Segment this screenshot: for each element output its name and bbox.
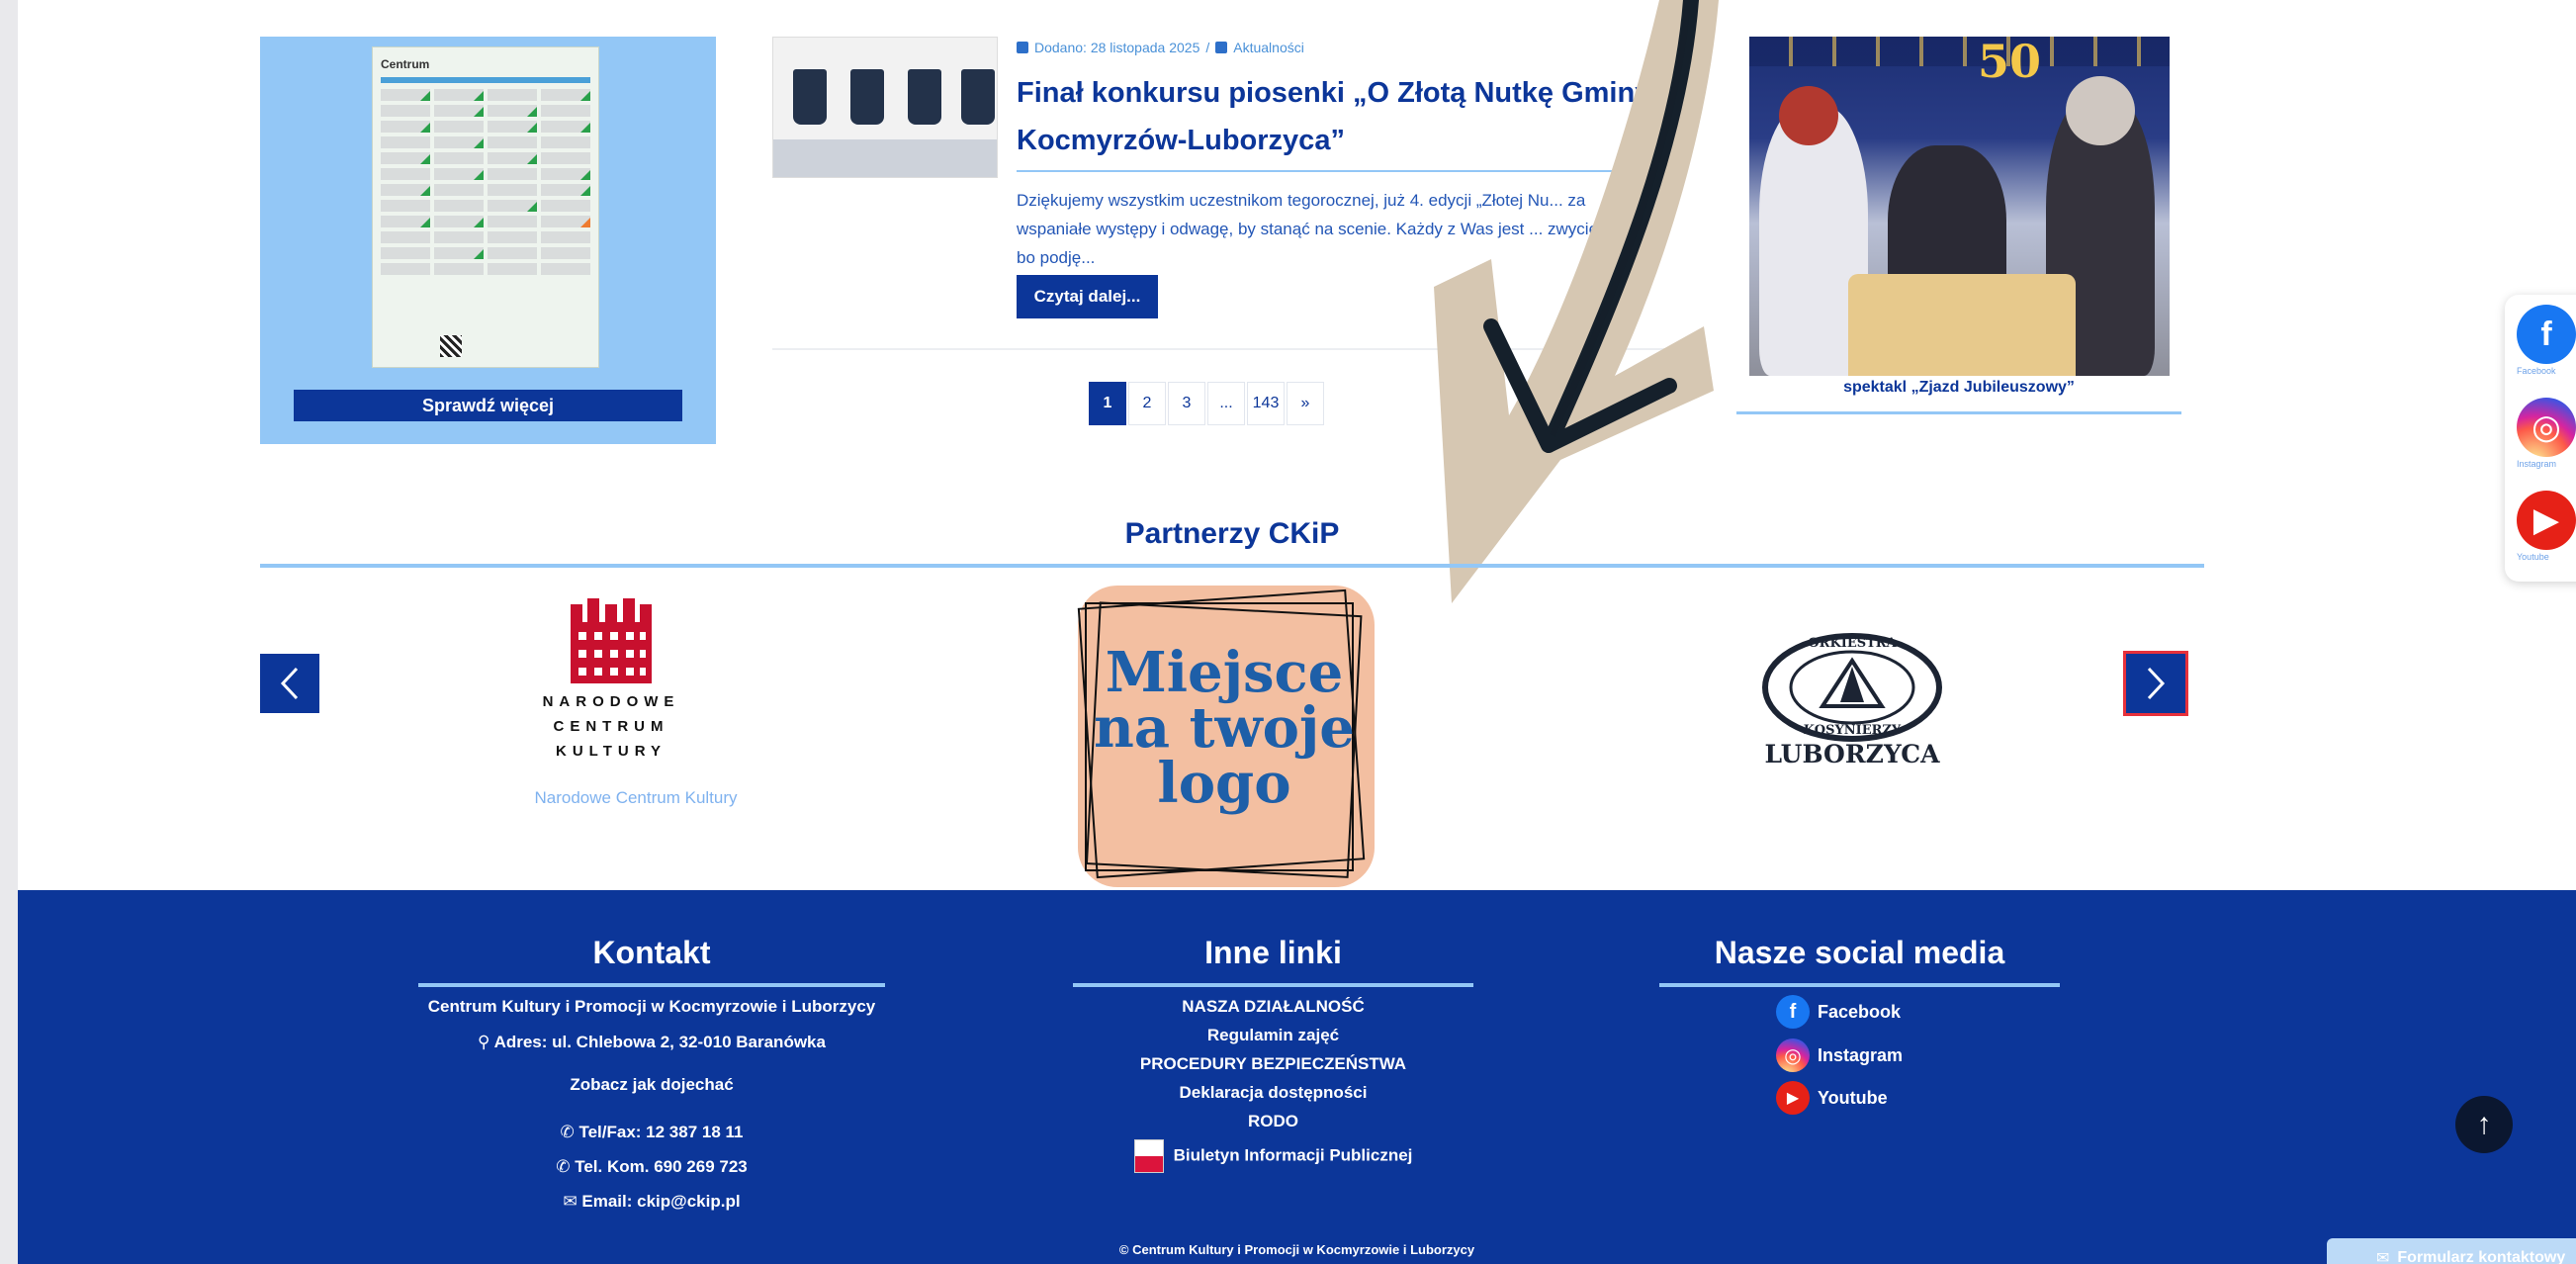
book-icon (1215, 42, 1228, 53)
pagination-page[interactable]: 1 (1089, 382, 1126, 425)
link-bip[interactable]: Biuletyn Informacji Publicznej (1073, 1139, 1473, 1173)
footer-instagram-link[interactable]: ◎ Instagram (1776, 1038, 1903, 1072)
meta-separator: / (1205, 40, 1210, 55)
crown-logo-icon (571, 598, 652, 683)
footer-facebook-link[interactable]: f Facebook (1776, 995, 1901, 1029)
schedule-grid (381, 89, 590, 275)
link-nasza-dzialalnosc[interactable]: NASZA DZIAŁALNOŚĆ (1073, 997, 1473, 1017)
facebook-icon: f (2517, 305, 2576, 364)
contact-form-button[interactable]: ✉ Formularz kontaktowy (2327, 1238, 2576, 1264)
link-regulamin[interactable]: Regulamin zajęć (1073, 1026, 1473, 1045)
contact-tel-fax[interactable]: ✆ Tel/Fax: 12 387 18 11 (354, 1123, 949, 1142)
link-rodo[interactable]: RODO (1073, 1112, 1473, 1131)
contact-org: Centrum Kultury i Promocji w Kocmyrzowie… (427, 997, 876, 1016)
photo-divider (1736, 411, 2181, 414)
side-youtube-link[interactable]: ▶ Youtube (2517, 491, 2576, 562)
orchestra-ring-bottom-text: KOSYNIERZY (1804, 723, 1902, 738)
footer: Kontakt Centrum Kultury i Promocji w Koc… (18, 890, 2576, 1264)
social-side-widget: f Facebook ◎ Instagram ▶ Youtube (2505, 295, 2576, 582)
envelope-icon: ✉ (2376, 1250, 2390, 1264)
article-category-link[interactable]: Aktualności (1233, 40, 1304, 55)
scroll-to-top-button[interactable]: ↑ (2455, 1096, 2513, 1153)
partner-logo-orchestra[interactable]: ORKIESTRA KOSYNIERZY LUBORZYCA (1733, 623, 1971, 781)
pagination-ellipsis: ... (1207, 382, 1245, 425)
side-youtube-label: Youtube (2517, 552, 2549, 562)
photo-caption: spektakl „Zjazd Jubileuszowy” (1843, 379, 2075, 396)
footer-youtube-link[interactable]: ▶ Youtube (1776, 1081, 1888, 1115)
phone-icon: ✆ (556, 1157, 571, 1176)
phone-icon: ✆ (560, 1123, 575, 1141)
partner-logo-placeholder[interactable]: Miejsce na twoje logo (1058, 586, 1384, 892)
contact-address: ⚲ Adres: ul. Chlebowa 2, 32-010 Baranówk… (478, 1033, 826, 1051)
links-divider (1073, 983, 1473, 987)
page: Centrum Sprawdź więcej Dodano: 28 listop… (18, 0, 2576, 1264)
contact-tel-kom[interactable]: ✆ Tel. Kom. 690 269 723 (354, 1157, 949, 1177)
link-procedury[interactable]: PROCEDURY BEZPIECZEŃSTWA (1073, 1054, 1473, 1074)
banner-number: 50 (1978, 37, 2042, 88)
chevron-left-icon (280, 667, 299, 700)
read-more-button[interactable]: Czytaj dalej... (1017, 275, 1158, 318)
copyright-text: © Centrum Kultury i Promocji w Kocmyrzow… (1118, 1242, 1475, 1257)
contact-heading: Kontakt (592, 935, 711, 970)
link-deklaracja[interactable]: Deklaracja dostępności (1073, 1083, 1473, 1103)
facebook-icon: f (1776, 995, 1810, 1029)
schedule-header-bar (381, 77, 590, 83)
schedule-title: Centrum (381, 57, 430, 71)
schedule-poster-image[interactable]: Centrum (372, 46, 599, 368)
chevron-right-icon (2147, 667, 2166, 700)
side-facebook-label: Facebook (2517, 366, 2556, 376)
contact-divider (418, 983, 885, 987)
carousel-next-button[interactable] (2126, 654, 2185, 713)
article-meta: Dodano: 28 listopada 2025 / Aktualności (1017, 40, 1304, 55)
pagination: 1 2 3... 143» (1089, 382, 1326, 425)
orchestra-logo-text: LUBORZYCA (1764, 740, 1940, 768)
schedule-promo-card: Centrum Sprawdź więcej (260, 37, 716, 444)
poland-flag-icon (1133, 1139, 1164, 1173)
youtube-icon: ▶ (2517, 491, 2576, 550)
social-divider (1659, 983, 2060, 987)
map-pin-icon: ⚲ (478, 1033, 490, 1051)
pagination-next[interactable]: » (1287, 382, 1324, 425)
pagination-page[interactable]: 3 (1168, 382, 1205, 425)
article-thumbnail[interactable] (772, 37, 998, 178)
pagination-page[interactable]: 2 (1128, 382, 1166, 425)
event-photo[interactable]: 50 (1749, 37, 2170, 376)
partners-divider (260, 564, 2204, 568)
pagination-page[interactable]: 143 (1247, 382, 1285, 425)
article-date: Dodano: 28 listopada 2025 (1034, 40, 1200, 55)
youtube-icon: ▶ (1776, 1081, 1810, 1115)
partner-logo-nck[interactable]: NARODOWE CENTRUM KULTURY (512, 598, 710, 764)
directions-link[interactable]: Zobacz jak dojechać (354, 1075, 949, 1095)
orchestra-emblem-icon: ORKIESTRA KOSYNIERZY (1762, 633, 1942, 742)
social-heading: Nasze social media (1714, 935, 2005, 970)
partners-heading: Partnerzy CKiP (1124, 517, 1340, 550)
side-instagram-link[interactable]: ◎ Instagram (2517, 398, 2576, 469)
side-instagram-label: Instagram (2517, 459, 2557, 469)
side-facebook-link[interactable]: f Facebook (2517, 305, 2576, 376)
arrow-up-icon: ↑ (2476, 1108, 2492, 1140)
placeholder-logo-text: Miejsce na twoje logo (1094, 640, 1355, 816)
contact-email[interactable]: ✉ Email: ckip@ckip.pl (354, 1192, 949, 1212)
calendar-icon (1017, 42, 1028, 53)
envelope-icon: ✉ (563, 1192, 577, 1211)
orchestra-ring-top-text: ORKIESTRA (1808, 636, 1897, 651)
qr-code-icon (440, 335, 462, 357)
instagram-icon: ◎ (1776, 1038, 1810, 1072)
nck-logo-text: NARODOWE CENTRUM KULTURY (542, 693, 680, 760)
partner-caption-nck[interactable]: Narodowe Centrum Kultury (492, 788, 779, 808)
carousel-prev-button[interactable] (260, 654, 319, 713)
instagram-icon: ◎ (2517, 398, 2576, 457)
check-more-button[interactable]: Sprawdź więcej (294, 390, 682, 421)
links-heading: Inne linki (1204, 935, 1342, 970)
